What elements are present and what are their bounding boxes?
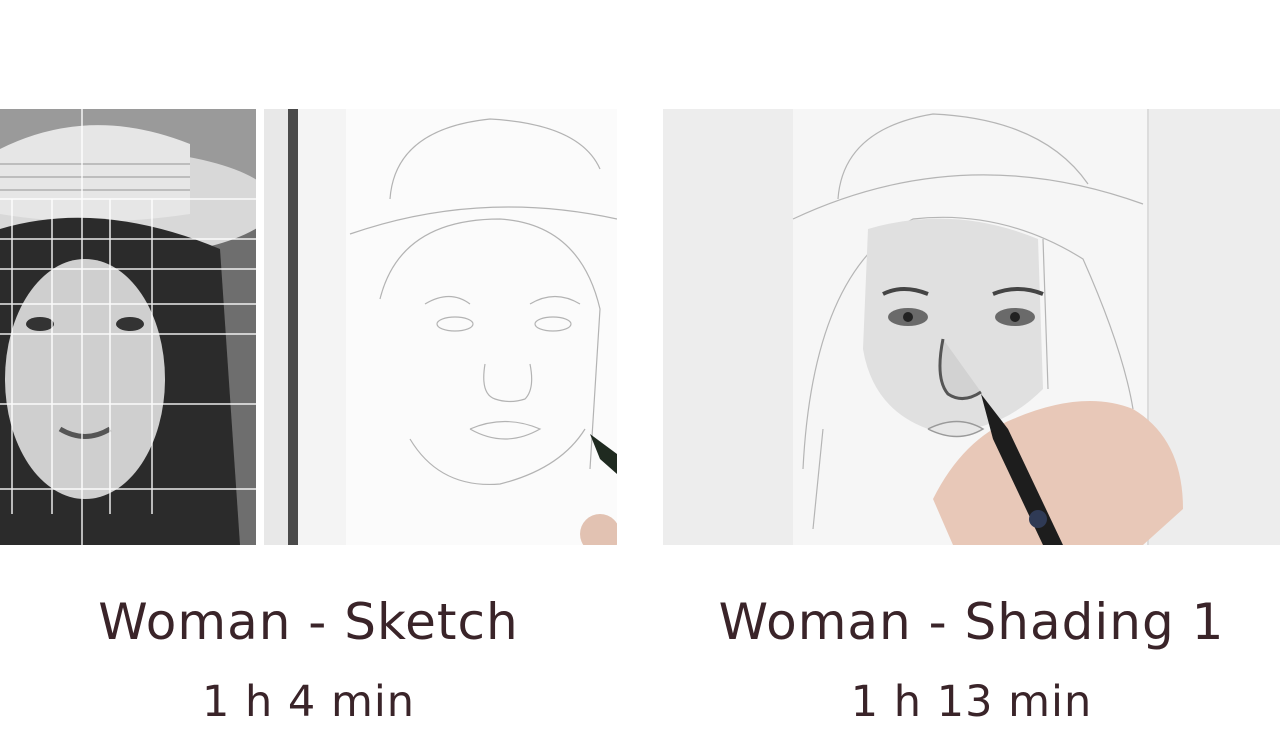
lesson-thumbnail-shading[interactable] [663, 109, 1280, 545]
lesson-title[interactable]: Woman - Sketch [0, 592, 617, 652]
lesson-duration: 1 h 13 min [850, 677, 1093, 727]
shading-preview-image [663, 109, 1280, 545]
lesson-card-shading[interactable]: Woman - Shading 1 1 h 13 min [663, 0, 1280, 727]
sketch-preview-image [0, 109, 617, 545]
lesson-thumbnail-sketch[interactable] [0, 109, 617, 545]
lesson-card-sketch[interactable]: Woman - Sketch 1 h 4 min [0, 0, 617, 727]
lesson-title[interactable]: Woman - Shading 1 [663, 592, 1280, 652]
lesson-duration: 1 h 4 min [201, 677, 416, 727]
